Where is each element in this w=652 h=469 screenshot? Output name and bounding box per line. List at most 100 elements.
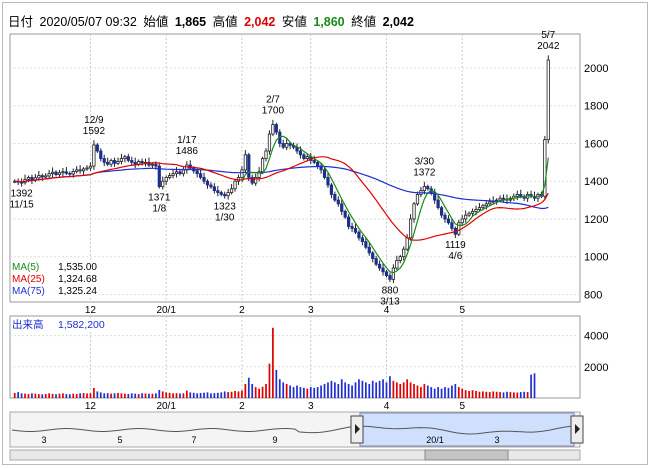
volume-bar <box>337 383 340 398</box>
volume-bar <box>130 393 133 398</box>
annotation-value: 1119 <box>445 240 466 251</box>
candle-body <box>243 154 247 171</box>
volume-bar <box>72 393 75 398</box>
volume-bar <box>303 387 305 398</box>
volume-bar <box>395 382 398 398</box>
volume-bar <box>282 382 285 398</box>
volume-x-tick-label: 5 <box>459 401 465 412</box>
navigator-right-handle[interactable] <box>570 415 584 444</box>
volume-bar <box>17 392 20 398</box>
candle-body <box>95 144 99 152</box>
annotation-date: 12/9 <box>84 115 104 126</box>
volume-bar <box>533 373 536 398</box>
annotation-value: 880 <box>382 285 399 296</box>
volume-bar <box>206 392 209 398</box>
candle-body <box>439 207 444 216</box>
candle-body <box>271 124 275 135</box>
candle-body <box>130 160 134 163</box>
navigator-label: 3 <box>41 435 46 445</box>
volume-bar <box>20 393 23 398</box>
volume-y-tick-label: 2000 <box>584 362 608 374</box>
candle-body <box>247 154 251 178</box>
annotation-value: 1323 <box>214 202 237 213</box>
annotation-date: 11/15 <box>9 200 34 211</box>
candle-body <box>102 158 106 163</box>
candle-body <box>477 207 482 210</box>
candle-body <box>305 156 309 159</box>
volume-bar <box>502 392 505 398</box>
volume-bar <box>378 380 381 398</box>
candle-body <box>140 160 144 164</box>
volume-bar <box>51 393 54 398</box>
navigator-left-handle[interactable] <box>350 415 364 444</box>
volume-bar <box>440 388 443 398</box>
volume-bar <box>492 391 495 398</box>
candle-body <box>460 218 464 224</box>
stock-chart-svg: 800 1000 1200 1400 1600 1800 2000 12 12 20/1 20/1 2… <box>9 30 608 461</box>
candle-body <box>61 171 65 174</box>
candle-body <box>64 171 68 174</box>
candle-body <box>229 188 234 193</box>
volume-bar <box>189 392 192 398</box>
volume-bar <box>327 382 329 398</box>
volume-bar <box>409 382 412 398</box>
volume-y-tick-label: 4000 <box>584 331 608 343</box>
price-y-tick-label: 1400 <box>584 176 608 188</box>
candle-body <box>298 150 303 156</box>
volume-bar <box>482 391 484 398</box>
volume-bar <box>468 390 470 398</box>
volume-bar <box>158 389 161 398</box>
candle-body <box>205 180 210 186</box>
candle-body <box>181 169 185 175</box>
price-y-tick-label: 1200 <box>584 214 608 226</box>
candle-body <box>388 275 392 280</box>
volume-bar <box>68 394 71 398</box>
volume-bar <box>241 390 243 398</box>
candle-body <box>226 192 230 197</box>
candle-body <box>546 59 550 141</box>
volume-bar <box>509 392 512 398</box>
volume-bar <box>340 379 343 398</box>
candle-body <box>501 197 506 200</box>
annotation-value: 1486 <box>176 146 199 157</box>
volume-bar <box>175 393 178 398</box>
candle-body <box>199 173 203 178</box>
volume-bar <box>265 383 267 398</box>
candle-body <box>488 201 492 205</box>
volume-bar <box>347 383 350 398</box>
volume-bar <box>203 392 205 398</box>
volume-bar <box>320 385 322 398</box>
volume-bar <box>89 393 92 398</box>
candle-body <box>343 211 347 218</box>
annotation-value: 1372 <box>413 167 436 178</box>
volume-bar <box>82 393 85 398</box>
candle-body <box>54 171 58 176</box>
navigator-label: 5 <box>117 435 122 445</box>
volume-bar <box>519 392 522 398</box>
volume-bar <box>154 393 157 398</box>
candle-body <box>274 124 278 133</box>
candle-body <box>212 186 216 192</box>
candle-body <box>260 158 265 173</box>
volume-bar <box>364 382 367 398</box>
volume-bar <box>258 388 260 398</box>
volume-bar <box>93 388 95 398</box>
volume-bar <box>464 390 467 398</box>
candle-body <box>498 197 502 201</box>
candle-body <box>426 186 430 190</box>
candle-body <box>364 241 368 248</box>
candle-body <box>92 144 96 167</box>
volume-bar <box>333 382 336 398</box>
volume-x-tick-label: 3 <box>308 401 314 412</box>
volume-bar <box>375 382 378 398</box>
volume-bar <box>55 394 57 398</box>
candle-body <box>195 170 199 175</box>
candle-body <box>233 180 237 190</box>
scrollbar-thumb[interactable] <box>424 449 509 461</box>
volume-bar <box>471 390 474 398</box>
volume-bar <box>182 393 185 398</box>
candle-body <box>123 156 127 159</box>
volume-bar <box>306 388 309 398</box>
candle-body <box>347 216 351 227</box>
volume-legend-label: 出来高 <box>12 318 44 331</box>
